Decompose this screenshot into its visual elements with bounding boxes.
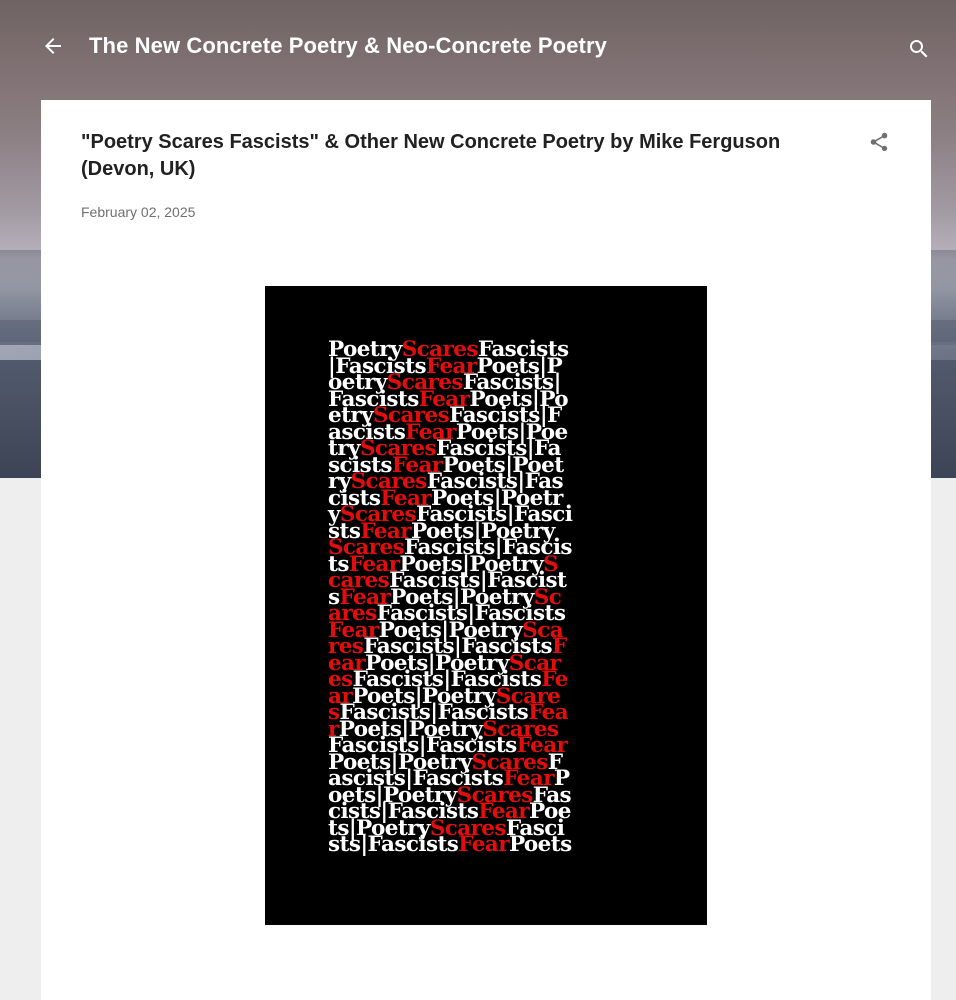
post-date: February 02, 2025	[81, 204, 196, 220]
share-icon	[870, 132, 888, 152]
poem-text: PoetryScaresFascists |FascistsFearPoets|P…	[328, 339, 648, 856]
post-title: "Poetry Scares Fascists" & Other New Con…	[81, 131, 781, 180]
post-card: "Poetry Scares Fascists" & Other New Con…	[41, 100, 931, 1000]
search-button[interactable]	[904, 34, 934, 64]
poem-word-red: Fear	[458, 832, 509, 857]
poem-line: sts|FascistsFearPoets	[328, 834, 648, 856]
share-button[interactable]	[865, 128, 893, 156]
concrete-poem-image[interactable]: PoetryScaresFascists |FascistsFearPoets|P…	[265, 286, 707, 925]
search-icon	[910, 40, 928, 58]
poem-word-white: sts|Fascists	[328, 832, 459, 857]
top-app-bar: The New Concrete Poetry & Neo-Concrete P…	[0, 0, 956, 96]
back-button[interactable]	[38, 31, 68, 61]
poem-word-white: Poets	[508, 832, 572, 857]
arrow-back-icon	[45, 38, 61, 54]
blog-title[interactable]: The New Concrete Poetry & Neo-Concrete P…	[89, 33, 607, 59]
